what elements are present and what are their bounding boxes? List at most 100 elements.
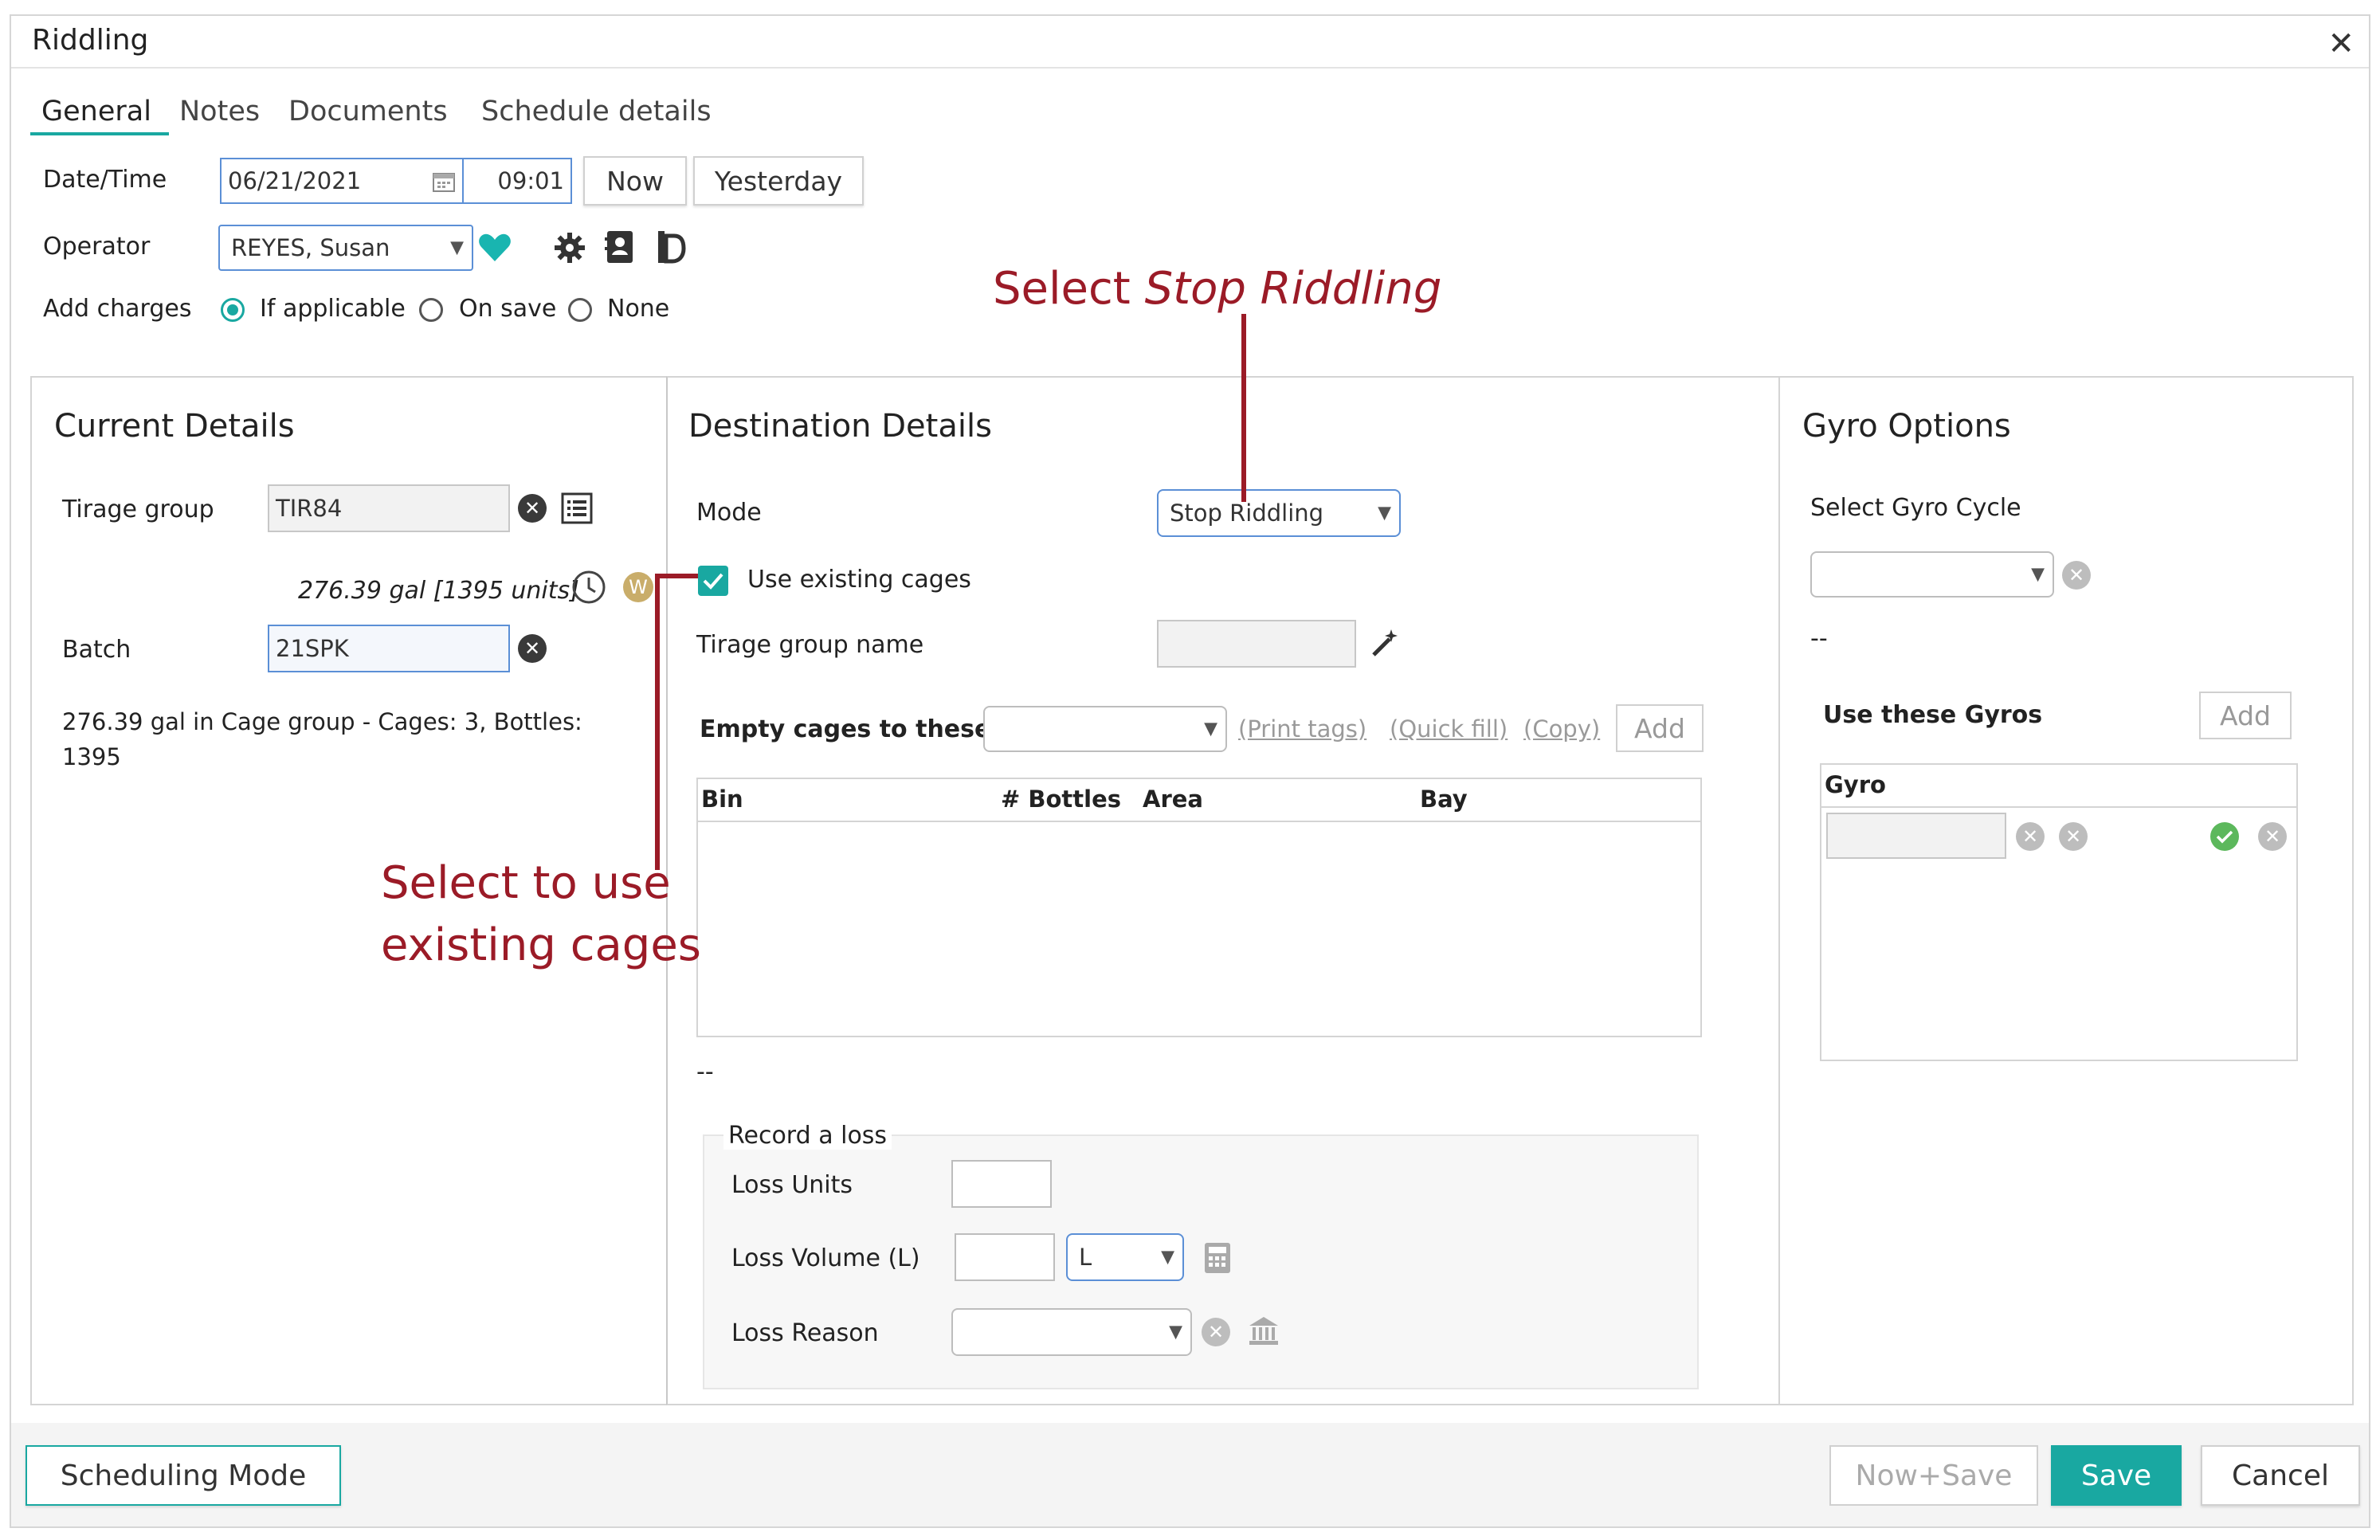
favorite-heart-icon[interactable] (478, 233, 512, 263)
time-input[interactable]: 09:01 (462, 158, 572, 204)
column-bay: Bay (1420, 786, 1468, 813)
copy-link[interactable]: (Copy) (1523, 715, 1600, 743)
clear-loss-reason-icon[interactable]: ✕ (1202, 1318, 1230, 1346)
loss-volume-unit-value: L (1079, 1244, 1092, 1271)
cage-summary-text: 276.39 gal in Cage group - Cages: 3, Bot… (62, 708, 582, 770)
magic-wand-icon[interactable] (1369, 626, 1401, 658)
wine-badge[interactable]: W (623, 572, 653, 602)
loss-volume-unit-select[interactable]: L ▼ (1066, 1233, 1184, 1281)
cancel-gyro-icon[interactable]: ✕ (2258, 822, 2287, 851)
operator-select[interactable]: REYES, Susan ▼ (218, 225, 473, 271)
charges-if-applicable-radio[interactable] (221, 298, 245, 322)
tirage-group-label: Tirage group (62, 496, 214, 523)
chevron-down-icon: ▼ (450, 237, 464, 258)
use-existing-cages-checkbox[interactable] (698, 566, 728, 596)
riddling-dialog: Riddling ✕ General Notes Documents Sched… (10, 14, 2370, 1528)
clear-batch-icon[interactable]: ✕ (518, 634, 547, 663)
checkmark-icon (703, 573, 723, 590)
mode-select[interactable]: Stop Riddling ▼ (1157, 489, 1401, 537)
tab-general[interactable]: General (41, 96, 151, 127)
bank-icon[interactable] (1248, 1315, 1280, 1346)
gyro-cycle-label: Select Gyro Cycle (1810, 494, 2021, 522)
mode-label: Mode (696, 499, 762, 527)
list-icon[interactable] (561, 492, 593, 524)
cancel-button[interactable]: Cancel (2201, 1445, 2360, 1506)
history-clock-icon[interactable] (570, 569, 607, 605)
grid-footer-text: -- (696, 1058, 714, 1086)
clear-gyro-cycle-icon[interactable]: ✕ (2062, 561, 2091, 590)
use-these-gyros-label: Use these Gyros (1823, 701, 2043, 729)
tirage-group-input[interactable]: TIR84 (268, 484, 510, 532)
charges-on-save-label: On save (459, 295, 557, 323)
dialog-title: Riddling (32, 24, 149, 57)
use-existing-cages-label: Use existing cages (747, 566, 971, 594)
tab-schedule-details[interactable]: Schedule details (481, 96, 712, 127)
loss-reason-select[interactable]: ▼ (951, 1308, 1192, 1356)
chevron-down-icon: ▼ (1204, 719, 1217, 739)
gyro-grid: Gyro ✕ ✕ ✕ (1820, 763, 2298, 1061)
close-icon[interactable]: ✕ (2327, 25, 2355, 62)
loss-volume-input[interactable] (955, 1233, 1055, 1281)
tirage-group-name-input[interactable] (1157, 620, 1356, 668)
chevron-down-icon: ▼ (2031, 564, 2045, 585)
destination-details-panel: Destination Details Mode Stop Riddling ▼… (666, 376, 1820, 1405)
gyro-cycle-select[interactable]: ▼ (1810, 551, 2054, 598)
now-save-button[interactable]: Now+Save (1829, 1445, 2038, 1506)
charges-on-save-radio[interactable] (419, 298, 443, 322)
tirage-group-name-label: Tirage group name (696, 631, 924, 659)
tab-notes[interactable]: Notes (179, 96, 260, 127)
annotation-use-existing-line2: existing cages (381, 919, 701, 971)
yesterday-button[interactable]: Yesterday (693, 156, 864, 206)
loss-reason-label: Loss Reason (731, 1319, 879, 1347)
gyro-grid-header (1821, 765, 2296, 808)
time-value: 09:01 (497, 167, 564, 194)
charges-none-radio[interactable] (568, 298, 592, 322)
loss-units-input[interactable] (951, 1160, 1052, 1208)
quick-fill-link[interactable]: (Quick fill) (1390, 715, 1508, 743)
empty-cages-select[interactable]: ▼ (983, 706, 1227, 752)
charges-none-label: None (607, 295, 670, 323)
calendar-icon[interactable] (432, 170, 456, 193)
clear-tirage-icon[interactable]: ✕ (518, 494, 547, 523)
volume-text: 276.39 gal [1395 units] (298, 577, 579, 605)
document-icon[interactable] (655, 229, 687, 265)
calculator-icon[interactable] (1203, 1241, 1232, 1275)
destination-details-title: Destination Details (688, 408, 992, 445)
cages-grid: Bin # Bottles Area Bay (696, 778, 1702, 1037)
gyro-options-panel: Gyro Options Select Gyro Cycle ▼ ✕ -- Us… (1778, 376, 2354, 1405)
gyro-options-title: Gyro Options (1802, 408, 2011, 445)
add-gyro-button[interactable]: Add (2199, 692, 2292, 739)
column-area: Area (1143, 786, 1203, 813)
save-button[interactable]: Save (2051, 1445, 2182, 1506)
charges-if-applicable-label: If applicable (260, 295, 406, 323)
operator-value: REYES, Susan (231, 234, 390, 261)
annotation-stop-italic: Stop Riddling (1144, 263, 1442, 315)
column-bottles: # Bottles (1001, 786, 1122, 813)
annotation-pointer-line (655, 575, 660, 870)
empty-cages-label: Empty cages to these (700, 715, 991, 743)
print-tags-link[interactable]: (Print tags) (1238, 715, 1366, 743)
clear-gyro-icon[interactable]: ✕ (2016, 822, 2045, 851)
record-loss-fieldset: Record a loss Loss Units Loss Volume (L)… (703, 1122, 1699, 1389)
add-cage-button[interactable]: Add (1616, 704, 1704, 752)
scheduling-mode-button[interactable]: Scheduling Mode (25, 1445, 341, 1506)
confirm-gyro-icon[interactable] (2210, 822, 2239, 851)
date-input[interactable]: 06/21/2021 (220, 158, 467, 204)
gyro-cycle-footer: -- (1810, 625, 1828, 652)
annotation-select-stop-riddling: Select Stop Riddling (993, 263, 1441, 315)
now-button[interactable]: Now (583, 156, 687, 206)
add-charges-label: Add charges (43, 295, 192, 323)
loss-volume-label: Loss Volume (L) (731, 1244, 920, 1272)
datetime-label: Date/Time (43, 166, 167, 194)
remove-gyro-icon[interactable]: ✕ (2059, 822, 2088, 851)
contact-book-icon[interactable] (604, 229, 636, 265)
date-value: 06/21/2021 (228, 167, 362, 194)
gyro-row-input[interactable] (1826, 813, 2006, 859)
tirage-group-value: TIR84 (276, 495, 343, 522)
chevron-down-icon: ▼ (1169, 1322, 1182, 1342)
batch-input[interactable]: 21SPK (268, 625, 510, 672)
dialog-footer: Scheduling Mode Now+Save Save Cancel (11, 1423, 2369, 1526)
tab-documents[interactable]: Documents (288, 96, 448, 127)
current-details-title: Current Details (54, 408, 295, 445)
gear-icon[interactable] (553, 231, 586, 265)
